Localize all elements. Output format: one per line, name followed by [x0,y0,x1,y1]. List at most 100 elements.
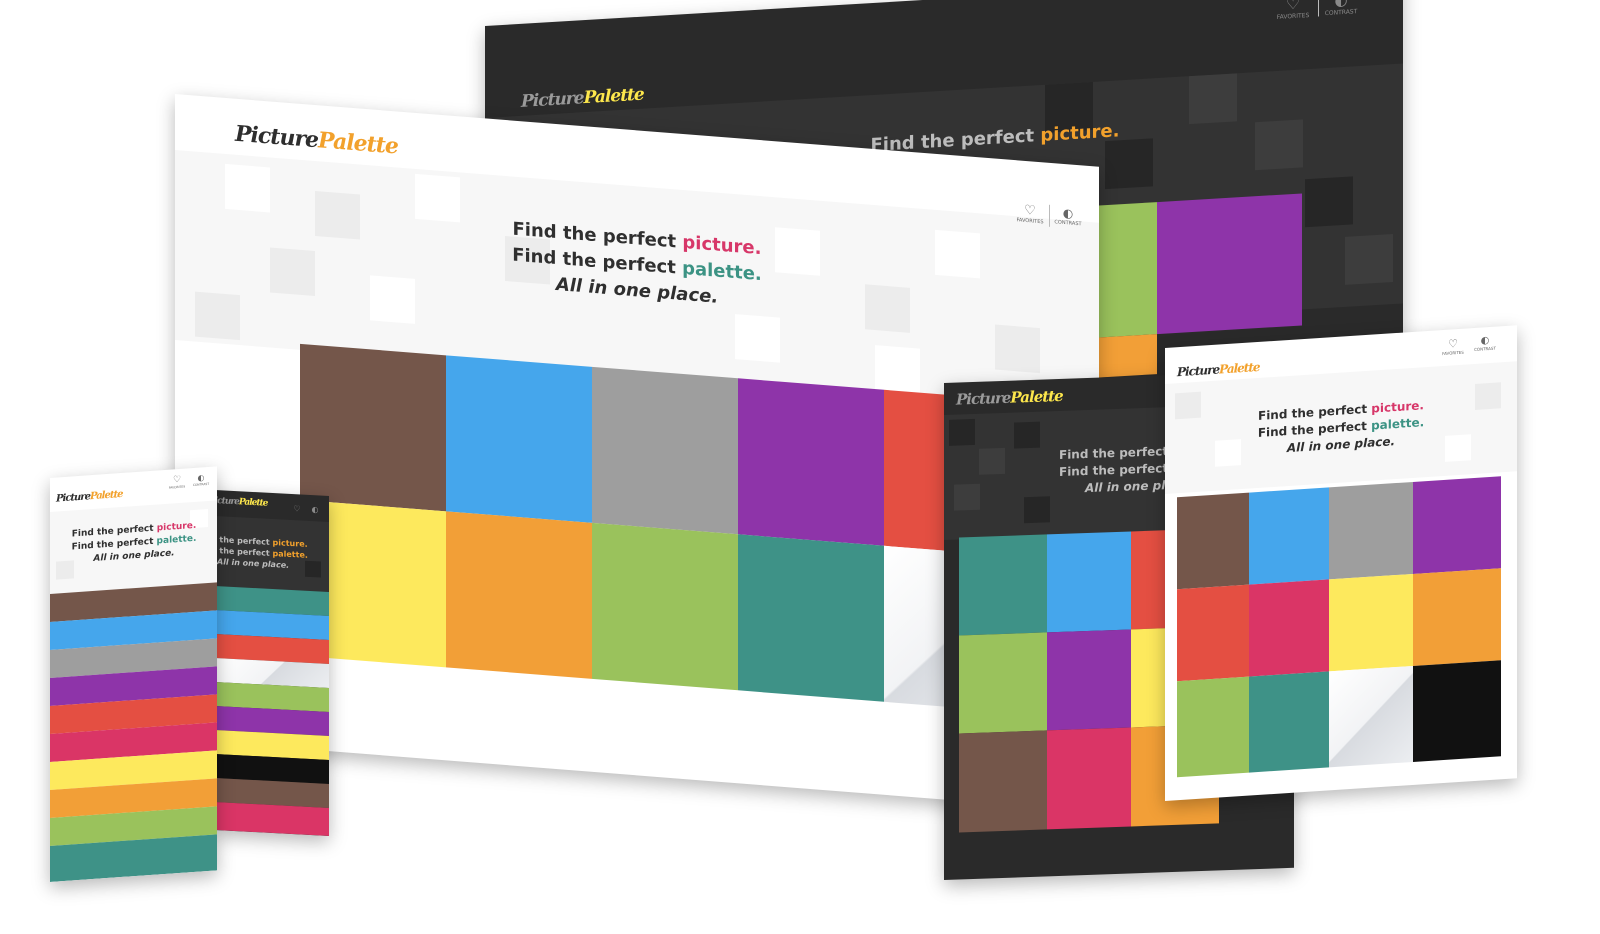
brand-logo[interactable]: PicturePalette [235,121,398,160]
brand-logo-part2: Palette [318,127,398,160]
hero-headline: Find the perfect picture. Find the perfe… [54,519,214,569]
hero-tile [995,324,1040,374]
hero-banner: Find the perfect picture. Find the perfe… [1165,361,1517,494]
hero-banner: Find the perfect picture. Find the perfe… [50,500,217,594]
palette-swatch[interactable] [1177,492,1249,590]
brand-logo[interactable]: PicturePalette [56,489,122,505]
palette-swatch[interactable] [592,522,738,691]
hero-banner: Find the perfect picture. Find the perfe… [215,516,329,592]
hero-tile [315,191,360,240]
light-phone-screen: PicturePalette ♡ FAVORITES ◐ CONTRAST Fi… [50,466,217,882]
palette-swatch[interactable] [1329,665,1413,768]
favorites-label: FAVORITES [1276,12,1310,21]
palette-swatch[interactable] [959,730,1047,833]
hero-tile [865,284,910,333]
hero-tile [875,345,920,394]
favorites-label: FAVORITES [168,484,186,490]
favorites-button[interactable]: ♡ [289,504,305,514]
brand-logo-part2: Palette [238,497,268,509]
palette-swatch[interactable] [738,534,884,702]
contrast-label: CONTRAST [1474,345,1496,353]
palette-swatch[interactable] [1413,476,1501,574]
hero-tile [1024,496,1050,524]
palette-swatch[interactable] [1157,193,1302,335]
palette-swatch[interactable] [215,802,329,836]
brand-logo[interactable]: PicturePalette [1177,360,1260,379]
palette-swatch[interactable] [1047,727,1131,830]
hero-tile [735,314,780,363]
hero-tile [949,418,975,446]
mockup-canvas: { "brand": { "part1": "Picture", "part2"… [0,0,1600,934]
hero-tile [979,447,1005,475]
contrast-label: CONTRAST [1324,8,1358,18]
brand-logo[interactable]: PicturePalette [521,85,644,112]
brand-logo-part2: Palette [1010,386,1063,407]
favorites-button[interactable]: ♡ FAVORITES [1013,202,1047,226]
palette-swatch[interactable] [446,355,592,523]
palette-grid [300,343,1032,714]
palette-swatch[interactable] [1097,202,1157,338]
brand-logo-part1: Picture [521,88,584,112]
hero-tile [1175,391,1201,420]
brand-logo-part2: Palette [89,488,123,503]
palette-swatch[interactable] [1249,579,1329,677]
brand-logo-part2: Palette [1219,359,1260,377]
palette-swatch[interactable] [592,366,738,535]
palette-swatch[interactable] [1047,531,1131,633]
favorites-button[interactable]: ♡ FAVORITES [1273,0,1313,21]
brand-logo-part1: Picture [235,120,319,154]
brand-logo[interactable]: PicturePalette [956,387,1063,409]
brand-logo-part2: Palette [583,84,644,109]
palette-swatch[interactable] [738,378,884,546]
brand-logo-part1: Picture [56,491,90,505]
favorites-button[interactable]: ♡ FAVORITES [1439,336,1467,356]
hero-tile [1014,421,1040,449]
brand-logo-part1: Picture [1177,362,1220,380]
hero-tile [1345,234,1393,285]
hero-tile [225,163,270,213]
hero-tile [935,229,980,279]
header-divider [1318,0,1319,17]
palette-swatch[interactable] [1413,568,1501,666]
hero-tile [195,291,240,341]
contrast-button[interactable]: ◐ CONTRAST [190,473,212,488]
brand-logo-part1: Picture [215,495,239,508]
contrast-label: CONTRAST [192,481,210,488]
palette-swatch[interactable] [1177,676,1249,778]
hero-tile [1105,138,1153,190]
hero-headline: Find the perfect picture. Find the perfe… [215,533,327,573]
contrast-button[interactable]: ◐ CONTRAST [1051,205,1085,228]
palette-list [215,586,329,836]
palette-swatch[interactable] [1329,573,1413,672]
palette-swatch[interactable] [959,632,1047,734]
palette-swatch[interactable] [1249,671,1329,773]
palette-list [50,582,217,882]
palette-swatch[interactable] [1177,584,1249,682]
palette-swatch[interactable] [300,343,446,512]
favorites-button[interactable]: ♡ FAVORITES [166,474,188,490]
palette-swatch[interactable] [1047,629,1131,731]
palette-swatch[interactable] [1097,334,1157,378]
contrast-button[interactable]: ◐ CONTRAST [1471,334,1499,352]
hero-tile [370,275,415,324]
hero-tile [270,247,315,297]
contrast-button[interactable]: ◐ [307,505,323,515]
palette-swatch[interactable] [1249,487,1329,585]
hero-tile [954,483,980,511]
dark-phone-screen: PicturePalette ♡ ◐ Find the perfect pict… [215,490,329,836]
hero-tile [1305,176,1353,228]
hero-headline: Find the perfect picture. Find the perfe… [1231,396,1451,461]
brand-logo[interactable]: PicturePalette [215,496,267,509]
heart-icon: ♡ [293,504,301,514]
favorites-label: FAVORITES [1442,349,1464,357]
hero-tile [1255,119,1303,171]
palette-swatch[interactable] [959,534,1047,636]
palette-grid [1177,476,1501,778]
contrast-icon: ◐ [311,505,319,515]
palette-swatch[interactable] [446,511,592,679]
palette-swatch[interactable] [1413,660,1501,762]
palette-swatch[interactable] [1329,481,1413,580]
contrast-button[interactable]: ◐ CONTRAST [1321,0,1361,17]
header-divider [1049,204,1050,227]
light-tablet-screen: PicturePalette ♡ FAVORITES ◐ CONTRAST Fi… [1165,325,1517,801]
